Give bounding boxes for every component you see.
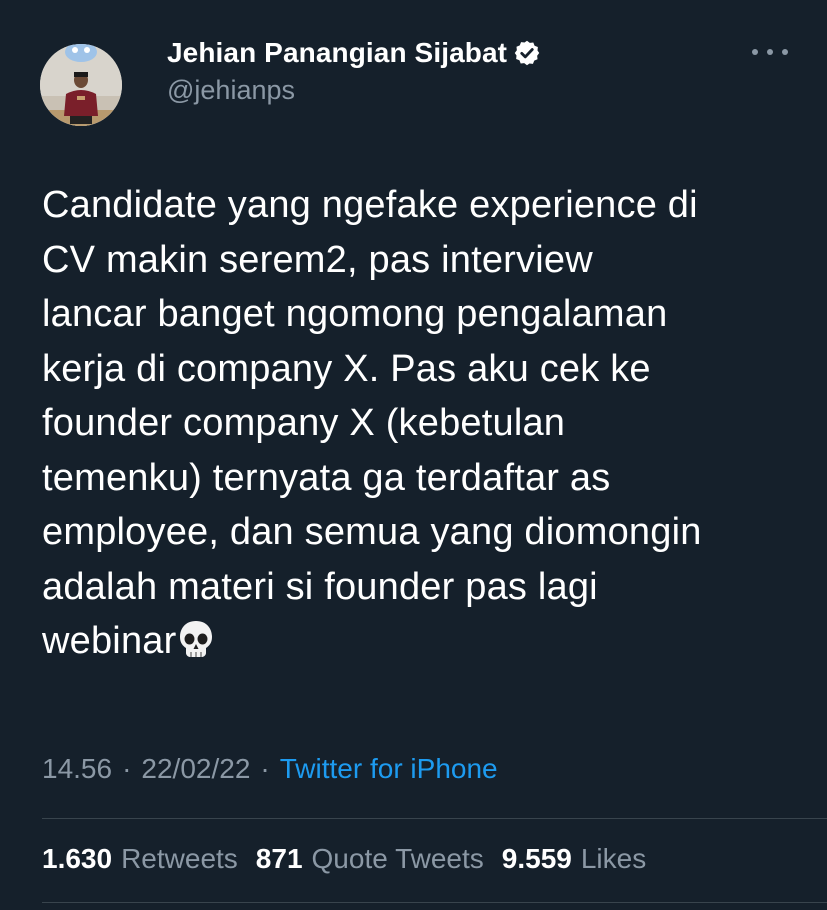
- tweet-text: Candidate yang ngefake experience di CV …: [42, 184, 702, 662]
- likes-count: 9.559: [501, 843, 572, 874]
- more-dot: [752, 49, 758, 55]
- more-dot: [767, 49, 773, 55]
- avatar-photo-icon: [40, 44, 122, 126]
- tweet-card: Jehian Panangian Sijabat @jehianps Candi…: [0, 0, 827, 910]
- tweet-time[interactable]: 14.56: [42, 753, 112, 785]
- meta-separator: ·: [122, 753, 132, 784]
- tweet-text-container: Candidate yang ngefake experience di CV …: [42, 178, 812, 669]
- tweet-stats: 1.630 Retweets 871 Quote Tweets 9.559 Li…: [42, 840, 664, 878]
- retweets-stat[interactable]: 1.630 Retweets: [42, 843, 238, 875]
- retweets-count: 1.630: [42, 843, 113, 874]
- author-handle[interactable]: @jehianps: [167, 75, 295, 106]
- author-name-row: Jehian Panangian Sijabat: [167, 33, 541, 73]
- tweet-date[interactable]: 22/02/22: [141, 753, 250, 785]
- meta-separator: ·: [260, 753, 270, 784]
- quote-tweets-stat[interactable]: 871 Quote Tweets: [256, 843, 484, 875]
- verified-badge-icon: [513, 39, 541, 67]
- retweets-label: Retweets: [121, 843, 238, 874]
- more-options-icon[interactable]: [752, 40, 788, 64]
- likes-label: Likes: [580, 843, 647, 874]
- quote-tweets-label: Quote Tweets: [311, 843, 484, 874]
- skull-emoji-icon: [178, 619, 214, 659]
- avatar[interactable]: [40, 44, 122, 126]
- quote-tweets-count: 871: [255, 843, 303, 874]
- more-dot: [782, 49, 788, 55]
- likes-stat[interactable]: 9.559 Likes: [502, 843, 646, 875]
- tweet-source-link[interactable]: Twitter for iPhone: [280, 753, 498, 785]
- divider: [42, 818, 827, 819]
- author-display-name[interactable]: Jehian Panangian Sijabat: [167, 37, 507, 69]
- tweet-meta: 14.56 · 22/02/22 · Twitter for iPhone: [42, 750, 498, 788]
- divider: [42, 902, 827, 903]
